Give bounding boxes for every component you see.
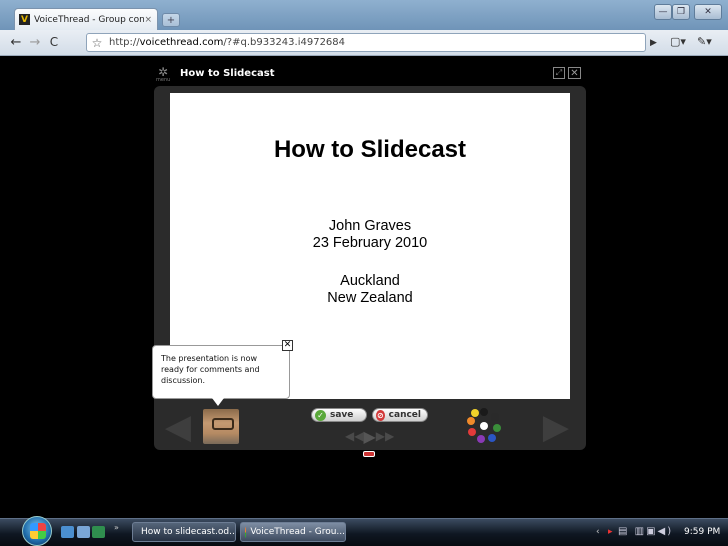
cancel-icon: ⊘ <box>376 409 385 421</box>
cancel-button[interactable]: ⊘ cancel <box>372 408 428 422</box>
record-indicator <box>363 451 375 457</box>
save-label: save <box>330 410 354 420</box>
slide-country: New Zealand <box>327 290 413 306</box>
show-desktop-icon[interactable] <box>61 526 74 538</box>
playback-controls: ◀◀ ▶ ▶▶ <box>345 427 394 446</box>
tab-close-icon[interactable]: × <box>144 15 152 25</box>
bubble-text: The presentation is now ready for commen… <box>161 354 260 385</box>
clock[interactable]: 9:59 PM <box>684 527 720 537</box>
bubble-tail <box>212 398 224 406</box>
browser-toolbar: ← → C ☆ http://voicethread.com/?#q.b9332… <box>0 30 728 56</box>
tray-network-volume-icon[interactable]: ▤ ▥▣◀) <box>618 526 673 537</box>
page-action-icon[interactable]: ▶ <box>650 38 657 48</box>
checkmark-icon: ✓ <box>315 409 326 421</box>
tray-expand-icon[interactable]: ‹ <box>596 527 600 537</box>
voicethread-favicon-icon: V <box>19 14 30 25</box>
thread-title: How to Slidecast <box>180 68 275 79</box>
maximize-button[interactable]: ❐ <box>672 4 690 20</box>
next-slide-icon[interactable]: ▶ <box>538 410 574 444</box>
fast-forward-icon[interactable]: ▶▶ <box>376 429 394 443</box>
play-icon[interactable]: ▶ <box>363 427 375 446</box>
chrome-icon <box>245 526 247 538</box>
slide-date: 23 February 2010 <box>312 235 428 251</box>
fullscreen-icon[interactable]: ⤢ <box>553 67 565 79</box>
new-tab-button[interactable]: + <box>162 13 180 27</box>
close-player-icon[interactable]: ✕ <box>568 67 581 79</box>
bookmark-star-icon[interactable]: ☆ <box>89 35 105 51</box>
color-dot[interactable] <box>471 409 479 417</box>
taskbar-item-label: VoiceThread - Grou... <box>250 527 345 537</box>
color-dot[interactable] <box>493 424 501 432</box>
quicklaunch-more-icon[interactable]: » <box>114 523 119 532</box>
color-dot[interactable] <box>477 435 485 443</box>
media-player-icon[interactable] <box>92 526 105 538</box>
save-button[interactable]: ✓ save <box>311 408 367 422</box>
url-text: http://voicethread.com/?#q.b933243.i4972… <box>109 37 346 48</box>
menu-gear-icon[interactable]: ✲ menu <box>156 66 170 83</box>
color-dot[interactable] <box>467 417 475 425</box>
tab-title: VoiceThread - Group con... <box>34 14 145 25</box>
avatar[interactable] <box>203 409 239 444</box>
color-dot[interactable] <box>480 408 488 416</box>
browser-tab[interactable]: V VoiceThread - Group con... × <box>14 8 158 30</box>
bubble-close-icon[interactable]: ✕ <box>282 340 293 351</box>
back-arrow-icon[interactable]: ← <box>8 34 24 50</box>
close-window-button[interactable]: ✕ <box>694 4 722 20</box>
start-button[interactable] <box>22 516 52 546</box>
windows-logo-icon <box>30 523 46 539</box>
taskbar-item-voicethread[interactable]: VoiceThread - Grou... <box>240 522 346 542</box>
rewind-icon[interactable]: ◀◀ <box>345 429 363 443</box>
color-dot[interactable] <box>488 434 496 442</box>
color-dot[interactable] <box>468 428 476 436</box>
slide-title: How to Slidecast <box>273 136 467 163</box>
comment-bubble: The presentation is now ready for commen… <box>152 345 290 399</box>
switch-windows-icon[interactable] <box>77 526 90 538</box>
color-dot[interactable] <box>491 413 499 421</box>
slide-author: John Graves <box>328 218 412 234</box>
color-dot[interactable] <box>480 422 488 430</box>
minimize-button[interactable]: — <box>654 4 672 20</box>
forward-arrow-icon[interactable]: → <box>27 34 43 50</box>
slide-city: Auckland <box>340 273 400 289</box>
cancel-label: cancel <box>388 410 421 420</box>
previous-slide-icon[interactable]: ◀ <box>160 410 196 444</box>
system-tray: ‹ ▸ ▤ ▥▣◀) 9:59 PM <box>596 522 728 544</box>
reload-icon[interactable]: C <box>46 34 62 50</box>
address-bar[interactable]: ☆ http://voicethread.com/?#q.b933243.i49… <box>86 33 646 52</box>
wrench-icon[interactable]: ✎▾ <box>697 35 712 48</box>
page-menu-icon[interactable]: ▢▾ <box>670 35 686 48</box>
tray-alert-icon[interactable]: ▸ <box>608 527 613 537</box>
taskbar-item-slidecast-doc[interactable]: How to slidecast.od... <box>132 522 236 542</box>
color-picker-icon[interactable] <box>466 408 502 444</box>
taskbar-item-label: How to slidecast.od... <box>141 527 236 537</box>
